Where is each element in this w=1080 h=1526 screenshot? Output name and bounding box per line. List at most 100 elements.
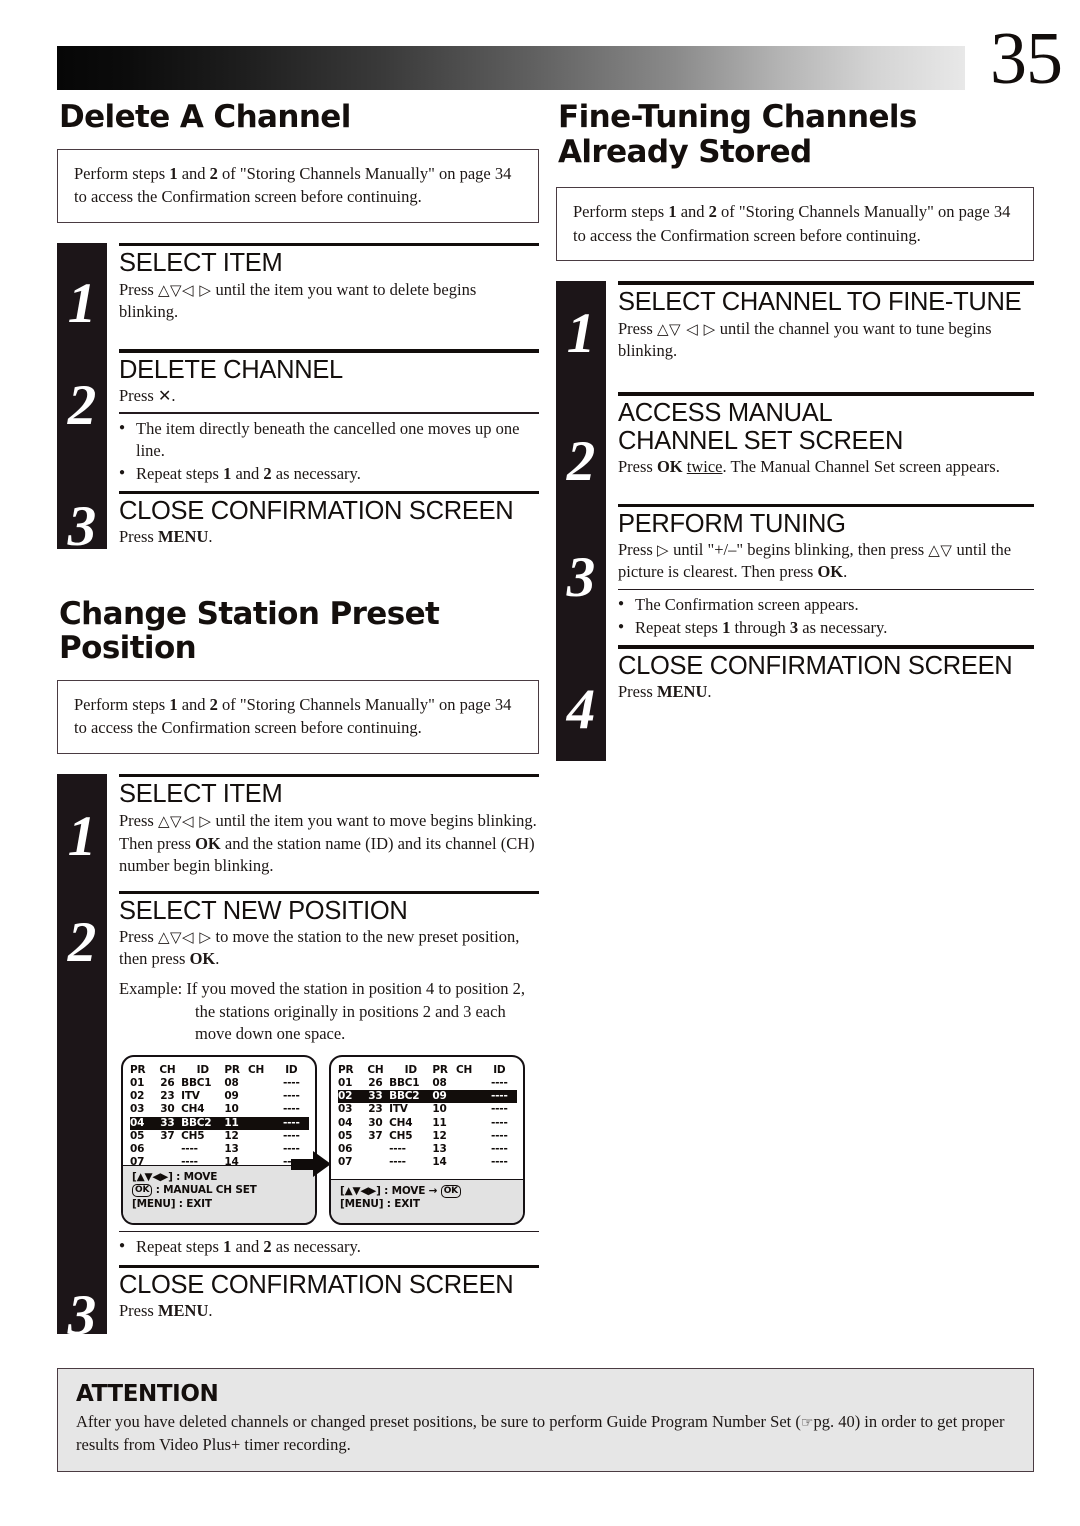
osd-cell: ---- (282, 1103, 300, 1116)
osd-row: 03 30 CH4 10 ---- (130, 1103, 309, 1116)
step-number-2: 2 (67, 373, 97, 437)
osd-col-ch: CH (159, 1063, 176, 1076)
osd-row: 02 23 ITV 09 ---- (130, 1090, 309, 1103)
divider (618, 392, 1034, 396)
step-heading: DELETE CHANNEL (119, 355, 343, 384)
osd-row: 05 37 CH5 12 ---- (338, 1130, 517, 1143)
osd-cell: 10 (224, 1103, 239, 1116)
step-heading: SELECT NEW POSITION (119, 897, 408, 926)
step-number-1: 1 (67, 804, 97, 868)
osd-legend-exit: [MENU] : EXIT (340, 1198, 420, 1211)
osd-cell: 33 (368, 1090, 383, 1103)
osd-table-before: PR CH ID PR CH ID 01 26 BBC1 08 ---- 02 23 ITV 0… (130, 1064, 309, 1170)
osd-col-pr: PR (338, 1063, 354, 1076)
divider (119, 890, 539, 895)
osd-cell: 04 (338, 1116, 353, 1129)
osd-cell: 02 (130, 1090, 145, 1103)
steps-delete-a-channel: 1 2 3 SELECT ITEM Press △▽◁ ▷ until the … (57, 242, 539, 555)
osd-cell (362, 1156, 390, 1169)
step-heading: CLOSE CONFIRMATION SCREEN (618, 651, 1013, 680)
osd-row: 02 33 BBC2 09 ---- (338, 1090, 517, 1104)
step-bullets: Repeat steps 1 and 2 as necessary. (119, 1236, 539, 1258)
step-body: Press ✕. (119, 385, 176, 405)
osd-row: 07 ---- 14 ---- (338, 1156, 517, 1169)
step-access-manual-channel-set-screen: ACCESS MANUAL CHANNEL SET SCREEN Press OK… (618, 392, 1034, 478)
osd-row: 04 33 BBC2 11 ---- (130, 1116, 309, 1130)
osd-cell: 10 (432, 1103, 447, 1116)
step-heading: SELECT CHANNEL TO FINE-TUNE (618, 287, 1022, 316)
osd-cell (248, 1117, 274, 1130)
osd-header-row: PR CH ID PR CH ID (338, 1064, 517, 1077)
note-text: Perform steps 1 and 2 of "Storing Channe… (74, 163, 512, 207)
step-body: Press △▽ ◁ ▷ until the channel you want … (618, 318, 992, 360)
ok-button-icon: OK (132, 1184, 153, 1198)
osd-cell (456, 1156, 482, 1169)
osd-table-after: PR CH ID PR CH ID 01 26 BBC1 08 ---- 02 33 BBC2… (338, 1064, 517, 1170)
osd-legend-manual-ch-set: OK : MANUAL CH SET (132, 1184, 315, 1198)
step-number-bar: 1 2 3 (57, 242, 107, 555)
osd-cell: 12 (224, 1129, 239, 1142)
osd-cell: CH4 (389, 1116, 413, 1129)
attention-text: After you have deleted channels or chang… (76, 1412, 1005, 1454)
note-text: Perform steps 1 and 2 of "Storing Channe… (573, 202, 1011, 245)
attention-title: ATTENTION (76, 1381, 219, 1407)
osd-cell: 03 (130, 1103, 145, 1116)
transition-arrow-icon (291, 1150, 333, 1177)
osd-cell: 02 (338, 1090, 353, 1103)
osd-col-pr2: PR (432, 1063, 448, 1076)
osd-cell: 26 (368, 1077, 383, 1089)
osd-row: 06 ---- 13 ---- (338, 1143, 517, 1156)
osd-cell: 07 (338, 1156, 353, 1169)
step-body: Press △▽◁ ▷ until the item you want to m… (119, 811, 537, 875)
divider (119, 1230, 539, 1233)
step-select-channel-to-fine-tune: SELECT CHANNEL TO FINE-TUNE Press △▽ ◁ ▷… (618, 281, 1034, 362)
step-body: Press OK twice. The Manual Channel Set s… (618, 456, 1000, 476)
osd-row: 01 26 BBC1 08 ---- (338, 1077, 517, 1090)
step-body: Press MENU. (119, 1301, 213, 1321)
ok-button-icon: OK (440, 1184, 461, 1198)
osd-legend-move: [▲▼◀▶] : MOVE (132, 1170, 218, 1183)
divider (119, 242, 539, 247)
osd-cell: BBC1 (389, 1077, 420, 1089)
steps-fine-tuning: 1 2 3 4 SELECT CHANNEL TO FINE-TUNE Pres… (556, 281, 1034, 762)
osd-cell: 01 (338, 1077, 353, 1089)
osd-cell: 13 (224, 1142, 239, 1155)
osd-cell: 23 (368, 1103, 383, 1116)
step-close-confirmation-screen: CLOSE CONFIRMATION SCREEN Press MENU. (119, 490, 539, 549)
step-number-bar: 1 2 3 4 (556, 281, 606, 762)
step-body: Press MENU. (119, 527, 213, 547)
osd-cell: 09 (432, 1090, 447, 1103)
osd-col-ch: CH (367, 1063, 384, 1076)
step-bullets: The item directly beneath the cancelled … (119, 418, 539, 485)
osd-cell: 13 (432, 1142, 447, 1155)
page-number: 35 (990, 18, 1063, 100)
osd-cell (362, 1143, 390, 1156)
osd-cell: ---- (282, 1077, 300, 1089)
step-example: Example: If you moved the station in pos… (119, 979, 526, 1043)
step-body: Press △▽◁ ▷ to move the station to the n… (119, 927, 520, 969)
step-heading: CLOSE CONFIRMATION SCREEN (119, 497, 514, 526)
bullet-item: Repeat steps 1 and 2 as necessary. (119, 1236, 539, 1258)
osd-cell: 37 (368, 1129, 383, 1142)
osd-cell: 12 (432, 1129, 447, 1142)
step-body: Press △▽◁ ▷ until the item you want to d… (119, 280, 477, 322)
osd-row: 01 26 BBC1 08 ---- (130, 1077, 309, 1090)
osd-cell: 23 (160, 1090, 175, 1103)
divider (618, 645, 1034, 649)
x-button-icon: ✕ (157, 385, 172, 405)
note-box-delete-a-channel: Perform steps 1 and 2 of "Storing Channe… (57, 148, 539, 223)
osd-header-row: PR CH ID PR CH ID (130, 1064, 309, 1077)
osd-legend-move: [▲▼◀▶] : MOVE → OK (340, 1184, 523, 1199)
osd-cell: CH5 (389, 1129, 413, 1142)
osd-cell (248, 1143, 274, 1156)
divider (618, 281, 1034, 285)
osd-footer-after: [▲▼◀▶] : MOVE → OK [MENU] : EXIT (331, 1178, 523, 1223)
osd-cell: ---- (490, 1090, 508, 1103)
osd-cell: 03 (338, 1103, 353, 1116)
attention-box: ATTENTION After you have deleted channel… (57, 1368, 1034, 1472)
osd-cell: 04 (130, 1116, 145, 1129)
header-gradient-bar (57, 46, 965, 90)
osd-cell: ---- (490, 1103, 508, 1116)
step-select-new-position: SELECT NEW POSITION Press △▽◁ ▷ to move … (119, 890, 539, 1259)
pointing-hand-icon: ☞ (800, 1415, 814, 1431)
